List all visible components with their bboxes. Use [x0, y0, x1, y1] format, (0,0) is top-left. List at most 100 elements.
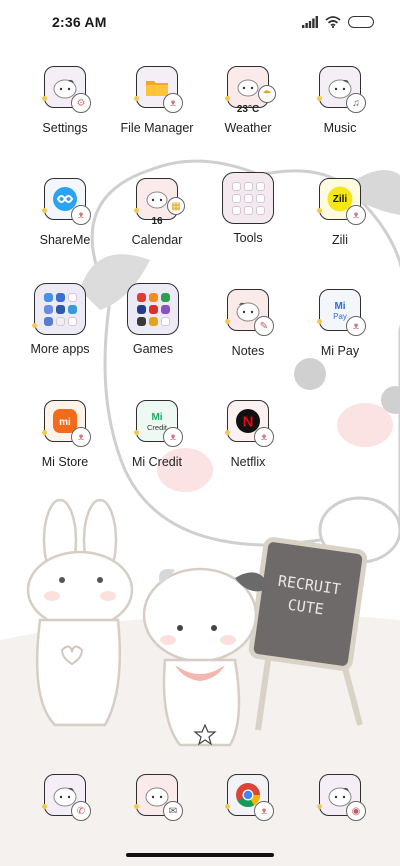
games-folder-icon	[127, 283, 179, 335]
svg-text:Pay: Pay	[333, 312, 347, 321]
cat-badge-icon: ᴥ	[163, 427, 183, 447]
sparkle-decoration	[134, 804, 139, 809]
app-notes[interactable]: ✎ Notes	[198, 289, 298, 358]
svg-text:Mi: Mi	[334, 301, 345, 312]
dock-camera[interactable]: ◉	[290, 774, 390, 821]
folder-preview-grid	[231, 181, 265, 215]
calendar-icon: ▦	[167, 197, 185, 215]
app-tools-folder[interactable]: Tools	[198, 172, 298, 245]
chrome-app-icon: ᴥ	[225, 774, 274, 821]
messages-app-icon: ✉	[134, 774, 183, 821]
app-mi-pay[interactable]: Mi Pay ᴥ Mi Pay	[290, 289, 390, 358]
svg-text:N: N	[243, 414, 254, 431]
sparkle-decoration	[317, 319, 322, 324]
notes-icon: ✎	[254, 316, 274, 336]
sparkle-decoration	[225, 430, 230, 435]
settings-app-icon: ⚙	[42, 66, 91, 113]
calendar-date: 16	[151, 216, 163, 227]
folder-icon	[146, 81, 168, 96]
calendar-app-icon: ▦ 16	[134, 178, 185, 227]
app-label-mi-credit: Mi Credit	[131, 455, 182, 469]
mi-pay-app-icon: Mi Pay ᴥ	[317, 289, 366, 336]
dock-chrome[interactable]: ᴥ	[198, 774, 298, 821]
mi-credit-app-icon: Mi Credit ᴥ	[134, 400, 183, 447]
netflix-app-icon: N ᴥ	[225, 400, 274, 447]
app-music[interactable]: ♫ Music	[290, 66, 390, 135]
weather-temperature: 23°C	[236, 104, 260, 115]
sparkle-decoration	[317, 96, 322, 101]
messages-icon: ✉	[163, 801, 183, 821]
sparkle-decoration	[225, 96, 230, 101]
phone-app-icon: ✆	[42, 774, 91, 821]
app-mi-store[interactable]: mi ᴥ Mi Store	[15, 400, 115, 469]
folder-preview-grid	[43, 292, 77, 326]
cat-badge-icon: ᴥ	[346, 205, 366, 225]
sparkle-decoration	[134, 96, 139, 101]
app-label-music: Music	[323, 121, 357, 135]
camera-app-icon: ◉	[317, 774, 366, 821]
dock-messages[interactable]: ✉	[107, 774, 207, 821]
wifi-icon	[325, 16, 341, 28]
app-label-zili: Zili	[332, 233, 348, 247]
home-indicator[interactable]	[126, 853, 274, 857]
sparkle-decoration	[42, 208, 47, 213]
sparkle-decoration	[225, 804, 230, 809]
app-games-folder[interactable]: Games	[103, 283, 203, 356]
svg-text:Mi: Mi	[151, 412, 162, 423]
music-note-icon: ♫	[346, 93, 366, 113]
cat-badge-icon: ᴥ	[163, 93, 183, 113]
sparkle-decoration	[42, 430, 47, 435]
cat-badge-icon: ᴥ	[71, 427, 91, 447]
weather-icon: ☂	[258, 85, 276, 103]
folder-preview-grid	[136, 292, 170, 326]
app-label-settings: Settings	[42, 121, 88, 135]
app-calendar[interactable]: ▦ 16 Calendar	[107, 178, 207, 247]
sparkle-decoration	[32, 323, 37, 328]
sparkle-decoration	[134, 430, 139, 435]
more-apps-folder-icon	[32, 283, 86, 335]
battery-icon	[348, 16, 374, 28]
svg-text:Zili: Zili	[333, 194, 348, 205]
app-label-mi-pay: Mi Pay	[320, 344, 360, 358]
camera-icon: ◉	[346, 801, 366, 821]
app-label-notes: Notes	[231, 344, 265, 358]
svg-text:mi: mi	[59, 417, 71, 428]
shareme-app-icon: ᴥ	[42, 178, 91, 225]
app-label-tools: Tools	[233, 231, 263, 245]
app-zili[interactable]: Zili ᴥ Zili	[290, 178, 390, 247]
mi-store-app-icon: mi ᴥ	[42, 400, 91, 447]
app-label-more-apps: More apps	[30, 342, 90, 356]
cat-badge-icon: ᴥ	[71, 205, 91, 225]
status-bar: 2:36 AM	[0, 0, 400, 44]
dock-phone[interactable]: ✆	[15, 774, 115, 821]
sparkle-decoration	[225, 319, 230, 324]
app-weather[interactable]: ☂ 23°C Weather	[198, 66, 298, 135]
status-icons	[302, 16, 374, 28]
sparkle-decoration	[42, 804, 47, 809]
app-label-mi-store: Mi Store	[41, 455, 89, 469]
cat-badge-icon: ᴥ	[346, 316, 366, 336]
app-file-manager[interactable]: ᴥ File Manager	[107, 66, 207, 135]
app-netflix[interactable]: N ᴥ Netflix	[198, 400, 298, 469]
app-label-file-manager: File Manager	[120, 121, 194, 135]
tools-folder-icon	[222, 172, 274, 224]
sparkle-decoration	[317, 804, 322, 809]
zili-app-icon: Zili ᴥ	[317, 178, 366, 225]
app-label-weather: Weather	[224, 121, 272, 135]
app-label-calendar: Calendar	[131, 233, 183, 247]
app-label-shareme: ShareMe	[39, 233, 91, 247]
file-manager-app-icon: ᴥ	[134, 66, 183, 113]
phone-icon: ✆	[71, 801, 91, 821]
gear-icon: ⚙	[71, 93, 91, 113]
app-settings[interactable]: ⚙ Settings	[15, 66, 115, 135]
cat-badge-icon: ᴥ	[254, 801, 274, 821]
notes-app-icon: ✎	[225, 289, 274, 336]
sparkle-decoration	[42, 96, 47, 101]
app-mi-credit[interactable]: Mi Credit ᴥ Mi Credit	[107, 400, 207, 469]
app-shareme[interactable]: ᴥ ShareMe	[15, 178, 115, 247]
status-time: 2:36 AM	[52, 14, 107, 30]
weather-app-icon: ☂ 23°C	[225, 66, 276, 115]
app-label-netflix: Netflix	[230, 455, 266, 469]
cat-badge-icon: ᴥ	[254, 427, 274, 447]
app-more-apps-folder[interactable]: More apps	[10, 283, 110, 356]
